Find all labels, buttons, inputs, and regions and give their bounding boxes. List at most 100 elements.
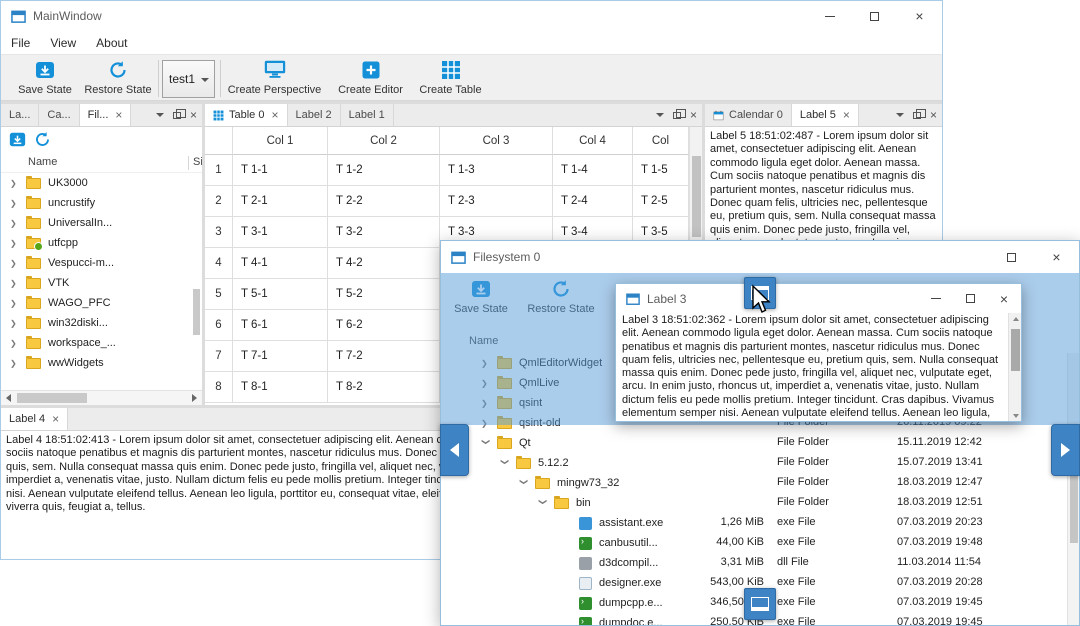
tab-calendar-truncated[interactable]: Ca... — [39, 104, 80, 126]
maximize-button[interactable] — [989, 241, 1034, 273]
scroll-up-icon[interactable] — [1012, 315, 1019, 322]
column-header[interactable]: Col 2 — [328, 127, 440, 155]
label3-title-bar[interactable]: Label 3 × — [616, 284, 1021, 313]
table-cell[interactable]: T 6-1 — [233, 310, 328, 341]
chevron-right-icon[interactable]: ❯ — [10, 179, 20, 188]
row-number-cell[interactable]: 8 — [205, 372, 233, 403]
column-header[interactable]: Col 1 — [233, 127, 328, 155]
tree-item[interactable]: ❯ Vespucci-m... — [1, 253, 202, 273]
tab-list-dropdown-icon[interactable] — [891, 104, 908, 126]
tab-label-5[interactable]: Label 5 × — [791, 104, 859, 126]
restore-state-icon[interactable] — [34, 131, 51, 148]
column-header[interactable]: Col 4 — [553, 127, 633, 155]
close-area-icon[interactable]: × — [185, 104, 202, 126]
perspective-combobox[interactable]: test1 — [162, 60, 215, 98]
table-cell[interactable]: T 3-2 — [328, 217, 440, 248]
table-cell[interactable]: T 2-4 — [553, 186, 633, 217]
table-cell[interactable]: T 1-3 — [440, 155, 553, 186]
tab-label-truncated[interactable]: La... — [1, 104, 40, 126]
close-tab-icon[interactable]: × — [843, 108, 850, 122]
table-cell[interactable]: T 2-5 — [633, 186, 689, 217]
undock-area-icon[interactable] — [168, 104, 186, 126]
tree-item[interactable]: ❯ VTK — [1, 273, 202, 293]
table-cell[interactable]: T 4-2 — [328, 248, 440, 279]
vertical-scrollbar-thumb[interactable] — [193, 289, 200, 335]
close-tab-icon[interactable]: × — [115, 108, 122, 122]
menu-file[interactable]: File — [1, 36, 40, 50]
row-number-cell[interactable]: 5 — [205, 279, 233, 310]
table-cell[interactable]: T 7-2 — [328, 341, 440, 372]
tree-item[interactable]: ❯ win32diski... — [1, 313, 202, 333]
chevron-right-icon[interactable]: ❯ — [10, 259, 20, 268]
table-cell[interactable]: T 2-3 — [440, 186, 553, 217]
row-number-cell[interactable]: 2 — [205, 186, 233, 217]
save-state-icon[interactable] — [9, 131, 26, 148]
chevron-down-icon[interactable]: ❯ — [539, 498, 548, 508]
vertical-scrollbar-thumb[interactable] — [1011, 329, 1020, 371]
table-cell[interactable]: T 8-1 — [233, 372, 328, 403]
tab-label-1[interactable]: Label 1 — [341, 104, 394, 126]
dock-drop-indicator-bottom[interactable] — [744, 588, 776, 620]
tree-item[interactable]: ❯ workspace_... — [1, 333, 202, 353]
table-corner-cell[interactable] — [205, 127, 233, 155]
tree-item[interactable]: ❯ wwWidgets — [1, 353, 202, 373]
filesystem-row[interactable]: assistant.exe 1,26 MiB exe File 07.03.2019 … — [441, 513, 1067, 533]
tree-item[interactable]: ❯ WAGO_PFC — [1, 293, 202, 313]
filesystem-row[interactable]: ❯ bin File Folder 18.03.2019 12:51 — [441, 493, 1067, 513]
chevron-right-icon[interactable]: ❯ — [10, 359, 20, 368]
table-cell[interactable]: T 1-2 — [328, 155, 440, 186]
tab-label-2[interactable]: Label 2 — [288, 104, 341, 126]
tree-item[interactable]: ❯ UK3000 — [1, 173, 202, 193]
filesystem-row[interactable]: ❯ 5.12.2 File Folder 15.07.2019 13:41 — [441, 453, 1067, 473]
chevron-right-icon[interactable]: ❯ — [10, 239, 20, 248]
tree-item[interactable]: ❯ utfcpp — [1, 233, 202, 253]
chevron-down-icon[interactable]: ❯ — [520, 478, 529, 488]
dock-drop-indicator-left[interactable] — [440, 424, 469, 476]
close-button[interactable]: × — [897, 1, 942, 31]
tree-item[interactable]: ❯ uncrustify — [1, 193, 202, 213]
tab-calendar-0[interactable]: Calendar 0 — [705, 104, 792, 126]
row-number-cell[interactable]: 3 — [205, 217, 233, 248]
scroll-down-icon[interactable] — [1012, 412, 1019, 419]
tab-table-0[interactable]: Table 0 × — [205, 104, 288, 126]
tree-item[interactable]: ❯ UniversalIn... — [1, 213, 202, 233]
minimize-button[interactable] — [807, 1, 852, 31]
column-header-size[interactable]: Si — [188, 156, 202, 170]
horizontal-scrollbar[interactable] — [1, 390, 202, 405]
chevron-right-icon[interactable]: ❯ — [10, 279, 20, 288]
restore-state-button[interactable]: Restore State — [81, 58, 155, 99]
column-header[interactable]: Col 3 — [440, 127, 553, 155]
chevron-down-icon[interactable]: ❯ — [501, 458, 510, 468]
table-cell[interactable]: T 7-1 — [233, 341, 328, 372]
save-state-button[interactable]: Save State — [14, 58, 76, 99]
menu-about[interactable]: About — [86, 36, 137, 50]
table-cell[interactable]: T 2-1 — [233, 186, 328, 217]
create-perspective-button[interactable]: Create Perspective — [226, 58, 323, 99]
create-table-button[interactable]: Create Table — [414, 58, 487, 99]
undock-area-icon[interactable] — [668, 104, 686, 126]
table-cell[interactable]: T 2-2 — [328, 186, 440, 217]
vertical-scrollbar[interactable] — [1008, 313, 1021, 421]
menu-view[interactable]: View — [40, 36, 86, 50]
close-button[interactable]: × — [1034, 241, 1079, 273]
tab-filesystem-truncated[interactable]: Fil... × — [79, 104, 132, 126]
close-tab-icon[interactable]: × — [271, 108, 278, 122]
minimize-button[interactable] — [919, 284, 953, 313]
table-cell[interactable]: T 5-2 — [328, 279, 440, 310]
filesystem-row[interactable]: ❯ Qt File Folder 15.11.2019 12:42 — [441, 433, 1067, 453]
vertical-scrollbar-thumb[interactable] — [692, 156, 701, 237]
table-cell[interactable]: T 3-1 — [233, 217, 328, 248]
filesystem-row[interactable]: d3dcompil... 3,31 MiB dll File 11.03.2014 1… — [441, 553, 1067, 573]
chevron-right-icon[interactable]: ❯ — [10, 219, 20, 228]
tab-label-4[interactable]: Label 4 × — [1, 408, 69, 430]
close-area-icon[interactable]: × — [685, 104, 702, 126]
row-number-cell[interactable]: 1 — [205, 155, 233, 186]
column-header[interactable]: Col — [633, 127, 689, 155]
table-cell[interactable]: T 8-2 — [328, 372, 440, 403]
close-tab-icon[interactable]: × — [52, 412, 59, 426]
close-area-icon[interactable]: × — [925, 104, 942, 126]
column-header-name[interactable]: Name — [28, 156, 57, 168]
maximize-button[interactable] — [953, 284, 987, 313]
maximize-button[interactable] — [852, 1, 897, 31]
table-cell[interactable]: T 1-4 — [553, 155, 633, 186]
